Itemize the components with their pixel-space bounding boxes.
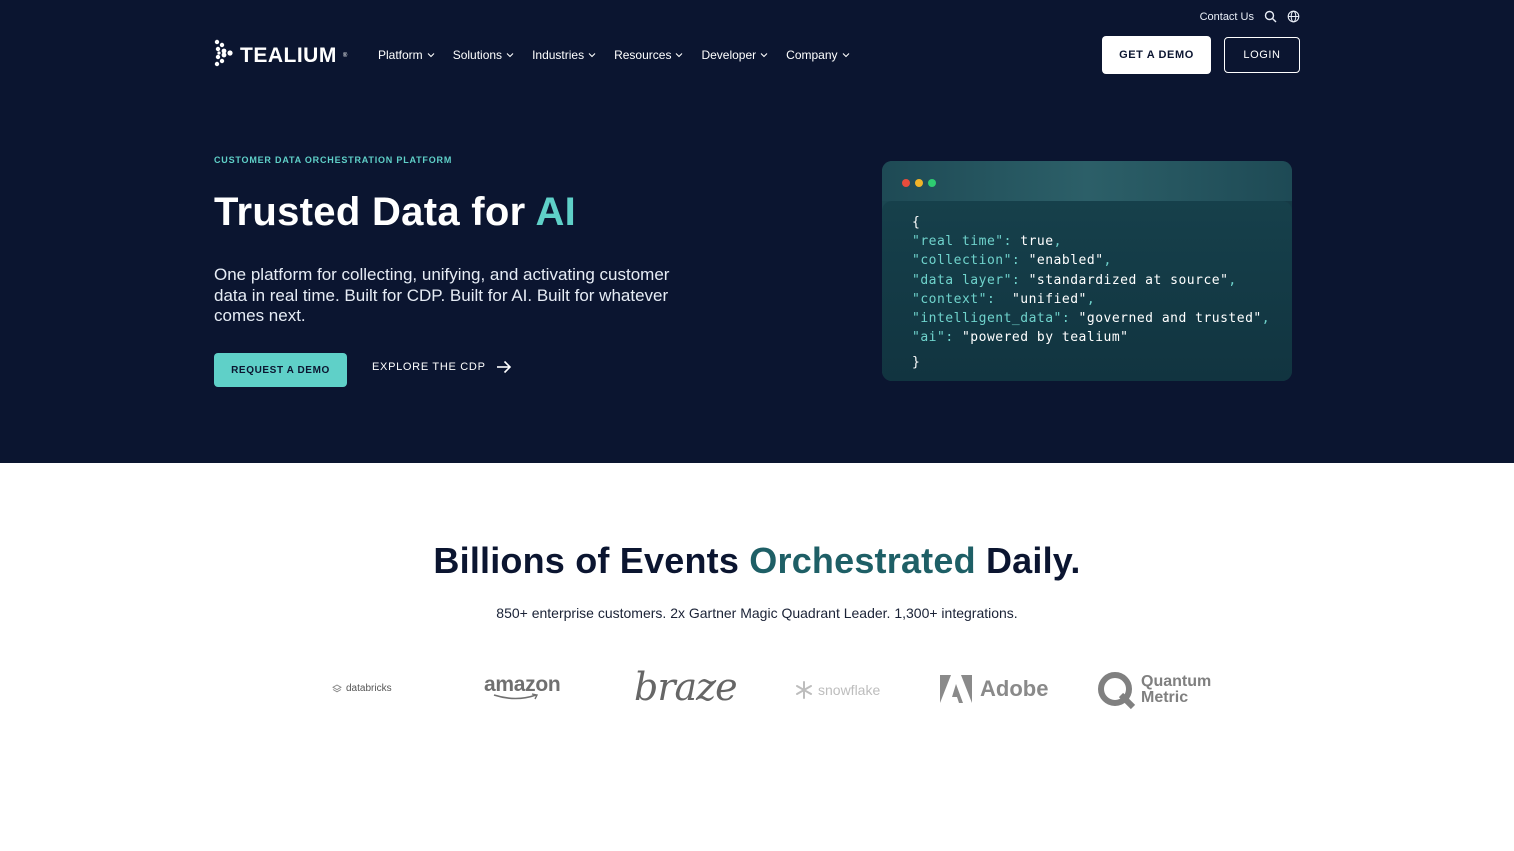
chevron-down-icon: [842, 53, 849, 58]
code-body: { "real time": true, "collection": "enab…: [882, 201, 1292, 381]
nav-label: Company: [786, 48, 838, 62]
arrow-right-icon: [496, 360, 511, 374]
window-minimize-dot: [915, 179, 923, 187]
nav-solutions[interactable]: Solutions: [453, 48, 514, 62]
nav-label: Solutions: [452, 48, 503, 62]
tealium-mark-icon: [214, 38, 234, 73]
get-a-demo-button[interactable]: GET A DEMO: [1102, 36, 1211, 74]
login-button[interactable]: LOGIN: [1224, 37, 1300, 73]
nav-industries[interactable]: Industries: [532, 48, 596, 62]
code-window-titlebar: [882, 161, 1292, 201]
nav-company[interactable]: Company: [786, 48, 849, 62]
databricks-logo: databricks: [332, 683, 392, 694]
nav-label: Developer: [701, 48, 757, 62]
stats-title: Billions of Events Orchestrated Daily.: [433, 540, 1081, 581]
code-close-brace: }: [912, 355, 921, 371]
code-window: { "real time": true, "collection": "enab…: [882, 161, 1292, 381]
braze-logo: braze: [634, 665, 738, 709]
code-open-brace: {: [912, 215, 921, 230]
code-line: "context": "unified",: [912, 291, 1096, 307]
chevron-down-icon: [427, 53, 435, 58]
chevron-down-icon: [506, 53, 514, 58]
code-line: "collection": "enabled",: [912, 253, 1112, 269]
code-line: "intelligent_data": "governed and truste…: [912, 311, 1271, 327]
headline-main: Trusted Data for: [214, 190, 536, 234]
code-line: "real time": true,: [912, 234, 1062, 250]
explore-label: EXPLORE THE CDP: [372, 361, 486, 373]
adobe-mark-icon: [940, 675, 972, 703]
nav-label: Resources: [614, 48, 672, 62]
main-nav: Platform Solutions Industries Resources …: [378, 48, 850, 62]
nav-developer[interactable]: Developer: [701, 48, 768, 62]
partner-logos: databricks amazon braze snowflake Adobe …: [320, 665, 1220, 715]
hero-headline: Trusted Data for AI: [214, 190, 576, 235]
stats-title-accent: Orchestrated: [749, 540, 976, 581]
quantum-metric-mark-icon: [1098, 672, 1136, 710]
explore-the-cdp-link[interactable]: EXPLORE THE CDP: [372, 360, 512, 374]
window-maximize-dot: [928, 179, 936, 187]
contact-us-link[interactable]: Contact Us: [1200, 11, 1254, 23]
window-close-dot: [902, 179, 910, 187]
nav-label: Industries: [532, 48, 585, 62]
request-a-demo-button[interactable]: REQUEST A DEMO: [214, 353, 347, 387]
code-line: "data layer": "standardized at source",: [912, 272, 1237, 288]
chevron-down-icon: [676, 53, 683, 58]
logo-registered: ®: [342, 52, 348, 59]
nav-platform[interactable]: Platform: [378, 48, 435, 62]
amazon-smile-icon: [493, 693, 539, 700]
nav-resources[interactable]: Resources: [614, 48, 683, 62]
snowflake-icon: [796, 681, 812, 699]
tealium-logo[interactable]: TEALIUM ®: [214, 38, 347, 73]
chevron-down-icon: [760, 53, 768, 58]
stats-subtitle: 850+ enterprise customers. 2x Gartner Ma…: [496, 605, 1018, 621]
hero-eyebrow: CUSTOMER DATA ORCHESTRATION PLATFORM: [214, 155, 453, 165]
snowflake-logo: snowflake: [794, 680, 880, 700]
headline-accent: AI: [535, 190, 577, 234]
quantum-metric-wordmark: Quantum Metric: [1141, 673, 1212, 706]
code-line: "ai": "powered by tealium": [912, 330, 1129, 346]
amazon-logo: amazon: [484, 673, 561, 701]
nav-label: Platform: [378, 48, 423, 62]
hero-section: Contact Us TEALIUM ® Platform Solutions: [0, 0, 1514, 463]
logo-wordmark: TEALIUM: [240, 43, 337, 67]
chevron-down-icon: [588, 53, 596, 58]
globe-icon[interactable]: [1287, 10, 1300, 23]
hero-subhead: One platform for collecting, unifying, a…: [214, 265, 670, 325]
search-icon[interactable]: [1264, 10, 1277, 23]
adobe-logo: Adobe: [940, 675, 1048, 703]
quantum-metric-logo: Quantum Metric: [1096, 670, 1211, 710]
utility-bar: Contact Us: [1200, 10, 1300, 23]
databricks-mark-icon: [332, 683, 342, 692]
